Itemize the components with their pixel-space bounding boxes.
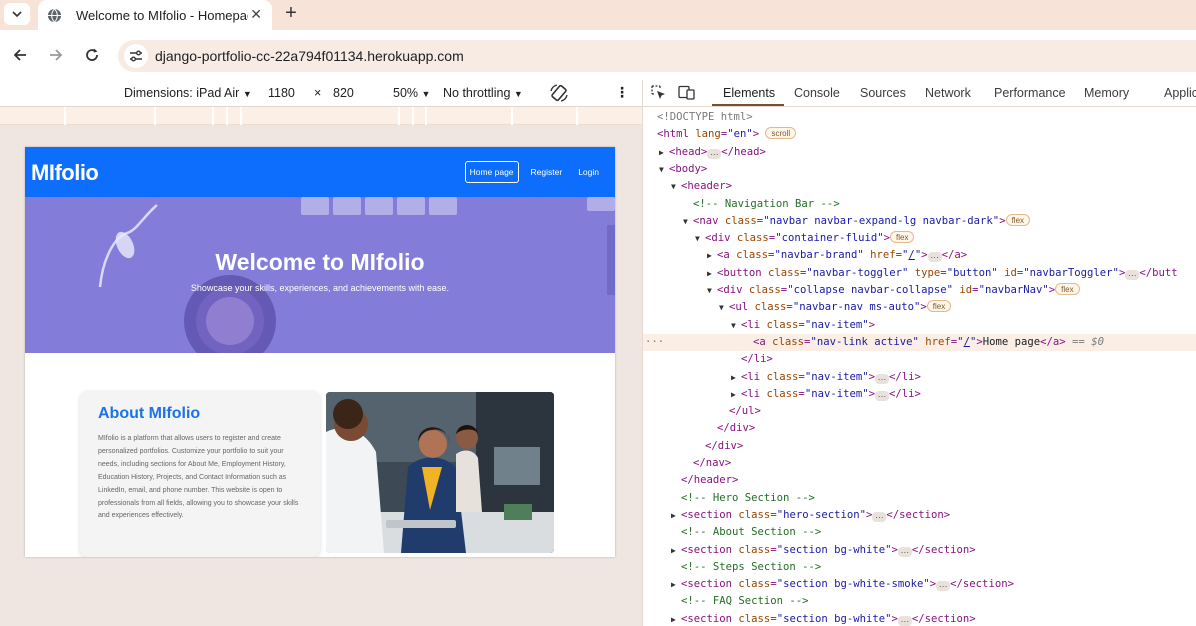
back-arrow-icon[interactable] xyxy=(9,44,31,66)
hero-section: Welcome to MIfolio Showcase your skills,… xyxy=(25,197,615,353)
dom-node[interactable]: ▼ <div class="container-fluid"> flex xyxy=(643,230,1196,247)
new-tab-icon[interactable]: + xyxy=(280,2,302,24)
globe-icon xyxy=(46,7,62,23)
tab-memory[interactable]: Memory xyxy=(1084,86,1129,100)
dropdown-icon: ▼ xyxy=(513,89,523,99)
dom-node[interactable]: ▼ <div class="collapse navbar-collapse" i… xyxy=(643,282,1196,299)
tab-strip: Welcome to MIfolio - Homepage ✕ + xyxy=(0,0,1196,30)
dom-node[interactable]: ▶ <li class="nav-item">… </li> xyxy=(643,369,1196,386)
dropdown-icon: ▼ xyxy=(242,89,252,99)
tab-application[interactable]: Applicat xyxy=(1164,86,1196,100)
more-options-icon[interactable]: ⋮ xyxy=(615,84,629,101)
dom-node[interactable]: ▶ <button class="navbar-toggler" type="bu… xyxy=(643,265,1196,282)
forward-arrow-icon[interactable] xyxy=(45,44,67,66)
zoom-select[interactable]: 50% ▼ xyxy=(393,86,430,100)
throttling-select[interactable]: No throttling ▼ xyxy=(443,86,523,100)
dom-node[interactable]: </div> xyxy=(643,420,1196,437)
devtools-tabbar: Elements Console Sources Network Perform… xyxy=(643,80,1196,107)
site-navbar: MIfolio Home page Register Login xyxy=(25,147,615,197)
dom-node[interactable]: <!DOCTYPE html> xyxy=(643,109,1196,126)
dom-node[interactable]: <!-- About Section --> xyxy=(643,524,1196,541)
about-title: About MIfolio xyxy=(98,405,201,422)
media-query-bar[interactable] xyxy=(0,107,642,125)
dom-node[interactable]: <!-- Steps Section --> xyxy=(643,559,1196,576)
address-bar[interactable]: django-portfolio-cc-22a794f01134.herokua… xyxy=(118,40,1196,72)
dom-node[interactable]: <!-- FAQ Section --> xyxy=(643,593,1196,610)
dropdown-icon: ▼ xyxy=(421,89,431,99)
dom-node[interactable]: ▼ <li class="nav-item"> xyxy=(643,317,1196,334)
reload-icon[interactable] xyxy=(81,44,103,66)
dom-node-selected[interactable]: ··· <a class="nav-link active" href="/">H… xyxy=(643,333,1196,352)
dom-node[interactable]: ▼ <header> xyxy=(643,178,1196,195)
dom-node[interactable]: </nav> xyxy=(643,455,1196,472)
tab-console[interactable]: Console xyxy=(794,86,840,100)
site-info-icon[interactable] xyxy=(124,44,148,68)
nav-register-link[interactable]: Register xyxy=(527,162,567,182)
tab-performance[interactable]: Performance xyxy=(994,86,1066,100)
close-tab-icon[interactable]: ✕ xyxy=(250,6,262,23)
dom-node[interactable]: </header> xyxy=(643,472,1196,489)
nav-home-link[interactable]: Home page xyxy=(464,161,519,183)
dom-node[interactable]: ▼ <nav class="navbar navbar-expand-lg nav… xyxy=(643,213,1196,230)
hero-title: Welcome to MIfolio xyxy=(215,249,425,275)
device-toggle-icon[interactable] xyxy=(678,85,695,103)
dom-tree: <!DOCTYPE html> <html lang="en"> scroll … xyxy=(643,108,1196,626)
height-input[interactable]: 820 xyxy=(333,86,354,100)
width-input[interactable]: 1180 xyxy=(268,86,295,100)
dom-node[interactable]: <!-- Hero Section --> xyxy=(643,490,1196,507)
dom-node[interactable]: ▶ <section class="section bg-white">… </se… xyxy=(643,542,1196,559)
dom-node[interactable]: </li> xyxy=(643,351,1196,368)
dom-node[interactable]: ▼ <body> xyxy=(643,161,1196,178)
hero-subtitle: Showcase your skills, experiences, and a… xyxy=(190,283,450,293)
dom-node[interactable]: <html lang="en"> scroll xyxy=(643,126,1196,143)
dom-node[interactable]: </div> xyxy=(643,438,1196,455)
about-text: MIfolio is a platform that allows users … xyxy=(98,435,299,520)
emulated-viewport: MIfolio Home page Register Login Welcome… xyxy=(0,125,642,626)
device-toolbar: Dimensions: iPad Air ▼ 1180 × 820 50% ▼ … xyxy=(0,80,642,107)
inspect-element-icon[interactable] xyxy=(651,85,666,103)
dom-node[interactable]: ▶ <head>… </head> xyxy=(643,144,1196,161)
dom-node[interactable]: ▶ <section class="section bg-white-smoke"… xyxy=(643,576,1196,593)
dom-node[interactable]: </ul> xyxy=(643,403,1196,420)
site-page: MIfolio Home page Register Login Welcome… xyxy=(25,147,615,557)
dom-node[interactable]: ▶ <section class="section bg-white">… </se… xyxy=(643,611,1196,626)
tab-sources[interactable]: Sources xyxy=(860,86,906,100)
dom-node[interactable]: ▶ <a class="navbar-brand" href="/">… </a> xyxy=(643,247,1196,264)
tab-elements[interactable]: Elements xyxy=(723,86,775,100)
rotate-icon[interactable] xyxy=(549,83,569,106)
dimension-separator: × xyxy=(314,86,322,100)
tab-network[interactable]: Network xyxy=(925,86,971,100)
tab-search-icon[interactable] xyxy=(4,3,30,25)
dom-node[interactable]: ▼ <ul class="navbar-nav ms-auto"> flex xyxy=(643,299,1196,316)
browser-tab[interactable]: Welcome to MIfolio - Homepage ✕ xyxy=(38,0,272,30)
nav-links: Home page Register Login xyxy=(457,161,603,183)
active-tab-indicator xyxy=(712,104,784,106)
tab-title: Welcome to MIfolio - Homepage xyxy=(76,7,248,23)
dimensions-select[interactable]: Dimensions: iPad Air ▼ xyxy=(124,86,252,100)
dom-node[interactable]: ▶ <section class="hero-section">… </sectio… xyxy=(643,507,1196,524)
dom-node[interactable]: ▶ <li class="nav-item">… </li> xyxy=(643,386,1196,403)
browser-toolbar: django-portfolio-cc-22a794f01134.herokua… xyxy=(0,30,1196,80)
devtools-panel: Elements Console Sources Network Perform… xyxy=(642,80,1196,626)
office-team-image xyxy=(326,392,554,553)
dom-node[interactable]: <!-- Navigation Bar --> xyxy=(643,196,1196,213)
nav-login-link[interactable]: Login xyxy=(574,162,603,182)
about-card: About MIfolio MIfolio is a platform that… xyxy=(80,391,320,557)
url-text: django-portfolio-cc-22a794f01134.herokua… xyxy=(155,48,464,64)
brand-logo[interactable]: MIfolio xyxy=(31,160,99,186)
